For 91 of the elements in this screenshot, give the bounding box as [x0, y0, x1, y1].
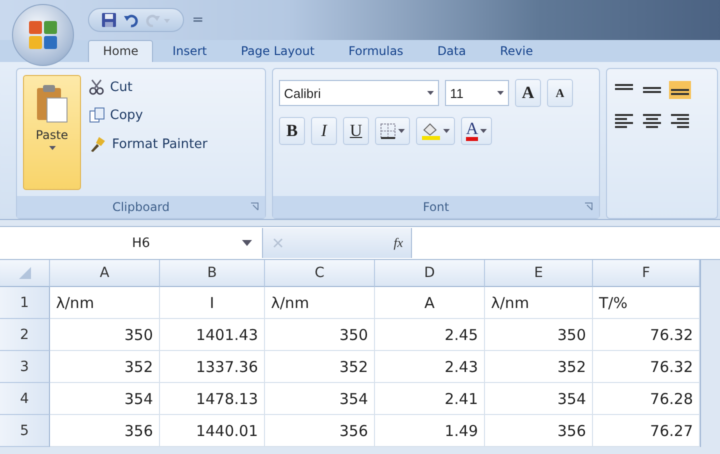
table-cell: 350 — [265, 319, 375, 351]
save-icon[interactable] — [101, 12, 117, 28]
table-cell: 2.43 — [375, 351, 485, 383]
ribbon-tab[interactable]: Data — [422, 40, 481, 62]
align-right-icon[interactable] — [669, 113, 691, 129]
office-logo-icon — [26, 18, 60, 52]
table-cell: 352 — [485, 351, 593, 383]
table-cell: 352 — [50, 351, 160, 383]
bold-button[interactable]: B — [279, 117, 305, 145]
name-box[interactable]: H6 — [0, 236, 262, 250]
caret-icon — [398, 129, 405, 133]
table-cell: 350 — [50, 319, 160, 351]
borders-button[interactable] — [375, 117, 410, 145]
brush-icon — [89, 135, 107, 153]
table-cell: 2.45 — [375, 319, 485, 351]
borders-icon — [380, 123, 396, 139]
table-cell: λ/nm — [265, 287, 375, 319]
row-header[interactable]: 5 — [0, 415, 50, 447]
caret-icon — [242, 240, 252, 246]
column-header[interactable]: E — [485, 260, 593, 287]
paint-bucket-icon — [421, 122, 441, 140]
ribbon-tab[interactable]: Revie — [484, 40, 548, 62]
caret-icon — [427, 91, 434, 95]
row-header[interactable]: 4 — [0, 383, 50, 415]
table-cell: 76.32 — [593, 351, 700, 383]
table-cell: λ/nm — [485, 287, 593, 319]
table-cell: 1440.01 — [160, 415, 265, 447]
cancel-icon — [271, 236, 285, 250]
table-cell: 1478.13 — [160, 383, 265, 415]
table-cell: 76.28 — [593, 383, 700, 415]
table-cell: 354 — [50, 383, 160, 415]
table-cell: λ/nm — [50, 287, 160, 319]
column-header[interactable]: C — [265, 260, 375, 287]
insert-function-button[interactable]: fx — [394, 235, 403, 251]
shrink-font-button[interactable]: A — [547, 79, 573, 107]
column-header[interactable]: D — [375, 260, 485, 287]
clipboard-icon — [35, 84, 69, 124]
table-cell: 354 — [265, 383, 375, 415]
table-cell: 356 — [50, 415, 160, 447]
launcher-icon[interactable] — [584, 202, 593, 211]
table-cell: 350 — [485, 319, 593, 351]
table-cell: A — [375, 287, 485, 319]
ribbon-tab[interactable]: Formulas — [334, 40, 418, 62]
table-cell: 1337.36 — [160, 351, 265, 383]
caret-icon — [480, 129, 488, 133]
font-size-field[interactable]: 11 — [445, 80, 509, 106]
ribbon-tab[interactable]: Home — [88, 40, 154, 62]
launcher-icon[interactable] — [250, 202, 259, 211]
grow-font-button[interactable]: A — [515, 79, 541, 107]
cut-button[interactable]: Cut — [89, 79, 208, 95]
row-header[interactable]: 1 — [0, 287, 50, 319]
ribbon-tab[interactable]: Insert — [157, 40, 222, 62]
table-cell: 352 — [265, 351, 375, 383]
copy-button[interactable]: Copy — [89, 107, 208, 123]
undo-icon[interactable] — [123, 12, 139, 28]
column-header[interactable]: B — [160, 260, 265, 287]
scissors-icon — [89, 79, 105, 95]
row-header[interactable]: 2 — [0, 319, 50, 351]
caret-icon — [497, 91, 504, 95]
customize-toolbar-icon[interactable]: = — [192, 12, 204, 28]
font-color-button[interactable]: A — [461, 117, 492, 145]
column-header[interactable]: F — [593, 260, 700, 287]
group-label: Clipboard — [112, 200, 170, 214]
table-cell: 356 — [265, 415, 375, 447]
table-cell: 76.32 — [593, 319, 700, 351]
table-cell: 354 — [485, 383, 593, 415]
align-bottom-icon[interactable] — [669, 81, 691, 99]
table-cell: T/% — [593, 287, 700, 319]
table-cell: 76.27 — [593, 415, 700, 447]
group-label: Font — [422, 200, 450, 214]
ribbon-tab[interactable]: Page Layout — [226, 40, 330, 62]
table-cell: 356 — [485, 415, 593, 447]
table-cell: 1.49 — [375, 415, 485, 447]
copy-icon — [89, 107, 105, 123]
italic-button[interactable]: I — [311, 117, 337, 145]
align-left-icon[interactable] — [613, 113, 635, 129]
format-painter-button[interactable]: Format Painter — [89, 135, 208, 153]
triangle-icon — [18, 266, 32, 280]
table-cell: 2.41 — [375, 383, 485, 415]
underline-button[interactable]: U — [343, 117, 369, 145]
font-family-field[interactable]: Calibri — [279, 80, 439, 106]
redo-icon — [145, 13, 171, 27]
caret-icon — [48, 146, 56, 150]
column-header[interactable]: A — [50, 260, 160, 287]
fill-color-button[interactable] — [416, 117, 455, 145]
align-center-icon[interactable] — [641, 113, 663, 129]
caret-icon — [443, 129, 450, 133]
row-header[interactable]: 3 — [0, 351, 50, 383]
table-cell: I — [160, 287, 265, 319]
paste-button[interactable]: Paste — [23, 75, 81, 190]
table-cell: 1401.43 — [160, 319, 265, 351]
